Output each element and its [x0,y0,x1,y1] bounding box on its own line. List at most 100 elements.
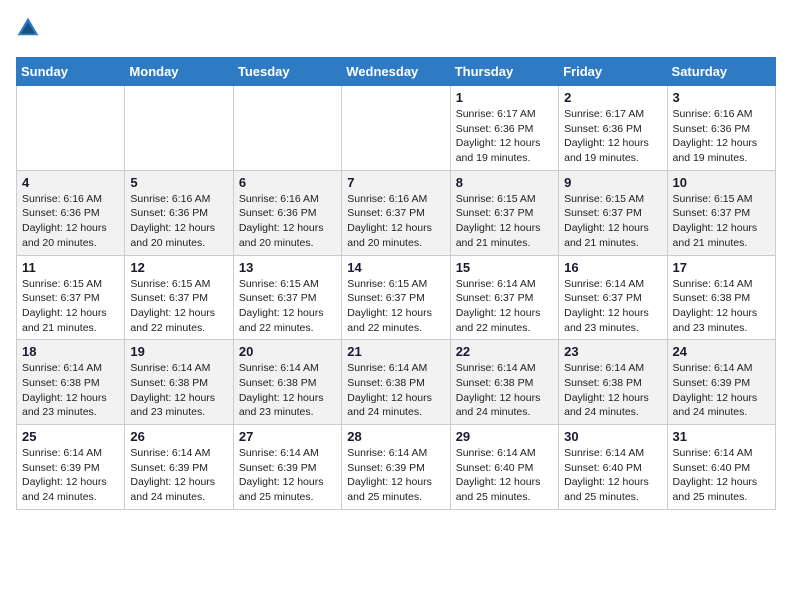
day-info: Sunrise: 6:14 AMSunset: 6:38 PMDaylight:… [456,361,553,420]
day-number: 31 [673,429,770,444]
sunrise-text: Sunrise: 6:14 AM [130,362,210,374]
day-number: 8 [456,175,553,190]
day-number: 1 [456,90,553,105]
daylight-text-cont: and 23 minutes. [22,406,97,418]
daylight-text-cont: and 23 minutes. [673,322,748,334]
daylight-text: Daylight: 12 hours [456,222,541,234]
sunset-text: Sunset: 6:37 PM [22,292,100,304]
day-number: 3 [673,90,770,105]
calendar-cell: 21Sunrise: 6:14 AMSunset: 6:38 PMDayligh… [342,340,450,425]
logo-icon [16,16,40,40]
sunset-text: Sunset: 6:39 PM [673,377,751,389]
daylight-text: Daylight: 12 hours [22,222,107,234]
day-number: 4 [22,175,119,190]
calendar-cell: 11Sunrise: 6:15 AMSunset: 6:37 PMDayligh… [17,255,125,340]
day-number: 6 [239,175,336,190]
sunset-text: Sunset: 6:38 PM [239,377,317,389]
sunrise-text: Sunrise: 6:15 AM [564,193,644,205]
daylight-text-cont: and 19 minutes. [456,152,531,164]
calendar-cell: 8 Sunrise: 6:15 AMSunset: 6:37 PMDaylight… [450,170,558,255]
day-info: Sunrise: 6:14 AMSunset: 6:39 PMDaylight:… [239,446,336,505]
day-number: 27 [239,429,336,444]
calendar-cell: 27 Sunrise: 6:14 AMSunset: 6:39 PMDayligh… [233,425,341,510]
sunrise-text: Sunrise: 6:14 AM [564,278,644,290]
daylight-text: Daylight: 12 hours [130,307,215,319]
calendar-cell: 17Sunrise: 6:14 AMSunset: 6:38 PMDayligh… [667,255,775,340]
daylight-text: Daylight: 12 hours [564,476,649,488]
sunrise-text: Sunrise: 6:14 AM [673,447,753,459]
calendar-cell [342,86,450,171]
sunset-text: Sunset: 6:37 PM [673,207,751,219]
sunset-text: Sunset: 6:37 PM [564,207,642,219]
daylight-text-cont: and 25 minutes. [456,491,531,503]
daylight-text: Daylight: 12 hours [22,476,107,488]
daylight-text-cont: and 24 minutes. [347,406,422,418]
sunrise-text: Sunrise: 6:14 AM [456,362,536,374]
calendar-cell: 19Sunrise: 6:14 AMSunset: 6:38 PMDayligh… [125,340,233,425]
daylight-text-cont: and 24 minutes. [673,406,748,418]
sunset-text: Sunset: 6:37 PM [456,292,534,304]
daylight-text-cont: and 21 minutes. [564,237,639,249]
sunrise-text: Sunrise: 6:17 AM [564,108,644,120]
day-info: Sunrise: 6:16 AMSunset: 6:37 PMDaylight:… [347,192,444,251]
sunset-text: Sunset: 6:38 PM [22,377,100,389]
daylight-text: Daylight: 12 hours [673,222,758,234]
sunset-text: Sunset: 6:39 PM [22,462,100,474]
daylight-text: Daylight: 12 hours [239,307,324,319]
sunset-text: Sunset: 6:39 PM [347,462,425,474]
day-number: 15 [456,260,553,275]
daylight-text-cont: and 22 minutes. [130,322,205,334]
sunset-text: Sunset: 6:40 PM [564,462,642,474]
daylight-text: Daylight: 12 hours [130,222,215,234]
sunrise-text: Sunrise: 6:14 AM [673,362,753,374]
sunrise-text: Sunrise: 6:16 AM [22,193,102,205]
daylight-text: Daylight: 12 hours [673,392,758,404]
day-info: Sunrise: 6:14 AMSunset: 6:37 PMDaylight:… [456,277,553,336]
day-number: 18 [22,344,119,359]
day-number: 7 [347,175,444,190]
day-info: Sunrise: 6:16 AMSunset: 6:36 PMDaylight:… [673,107,770,166]
sunrise-text: Sunrise: 6:15 AM [673,193,753,205]
sunrise-text: Sunrise: 6:15 AM [456,193,536,205]
sunrise-text: Sunrise: 6:14 AM [564,362,644,374]
logo [16,16,44,45]
daylight-text-cont: and 22 minutes. [347,322,422,334]
day-number: 28 [347,429,444,444]
sunset-text: Sunset: 6:38 PM [347,377,425,389]
calendar-cell: 3 Sunrise: 6:16 AMSunset: 6:36 PMDaylight… [667,86,775,171]
sunrise-text: Sunrise: 6:14 AM [347,362,427,374]
day-number: 21 [347,344,444,359]
daylight-text-cont: and 24 minutes. [130,491,205,503]
calendar-cell: 1Sunrise: 6:17 AMSunset: 6:36 PMDaylight… [450,86,558,171]
day-info: Sunrise: 6:15 AMSunset: 6:37 PMDaylight:… [347,277,444,336]
calendar-week-row: 1Sunrise: 6:17 AMSunset: 6:36 PMDaylight… [17,86,776,171]
sunset-text: Sunset: 6:38 PM [130,377,208,389]
sunset-text: Sunset: 6:37 PM [347,207,425,219]
calendar-cell: 2Sunrise: 6:17 AMSunset: 6:36 PMDaylight… [559,86,667,171]
daylight-text: Daylight: 12 hours [564,307,649,319]
sunrise-text: Sunrise: 6:14 AM [673,278,753,290]
calendar-cell: 9Sunrise: 6:15 AMSunset: 6:37 PMDaylight… [559,170,667,255]
calendar-cell [17,86,125,171]
sunset-text: Sunset: 6:39 PM [130,462,208,474]
day-number: 23 [564,344,661,359]
sunset-text: Sunset: 6:37 PM [564,292,642,304]
calendar-week-row: 18Sunrise: 6:14 AMSunset: 6:38 PMDayligh… [17,340,776,425]
header [16,16,776,45]
day-info: Sunrise: 6:14 AMSunset: 6:39 PMDaylight:… [130,446,227,505]
calendar-cell: 24Sunrise: 6:14 AMSunset: 6:39 PMDayligh… [667,340,775,425]
day-info: Sunrise: 6:14 AM Sunset: 6:39 PM Daylight:… [673,361,770,420]
day-number: 29 [456,429,553,444]
calendar-cell: 26Sunrise: 6:14 AMSunset: 6:39 PMDayligh… [125,425,233,510]
day-info: Sunrise: 6:14 AMSunset: 6:38 PMDaylight:… [130,361,227,420]
calendar-week-row: 4Sunrise: 6:16 AMSunset: 6:36 PMDaylight… [17,170,776,255]
sunrise-text: Sunrise: 6:17 AM [456,108,536,120]
day-number: 26 [130,429,227,444]
calendar-cell: 12Sunrise: 6:15 AMSunset: 6:37 PMDayligh… [125,255,233,340]
day-info: Sunrise: 6:14 AMSunset: 6:40 PMDaylight:… [456,446,553,505]
day-info: Sunrise: 6:15 AMSunset: 6:37 PMDaylight:… [456,192,553,251]
daylight-text-cont: and 20 minutes. [239,237,314,249]
daylight-text: Daylight: 12 hours [239,222,324,234]
sunrise-text: Sunrise: 6:14 AM [130,447,210,459]
daylight-text-cont: and 19 minutes. [673,152,748,164]
